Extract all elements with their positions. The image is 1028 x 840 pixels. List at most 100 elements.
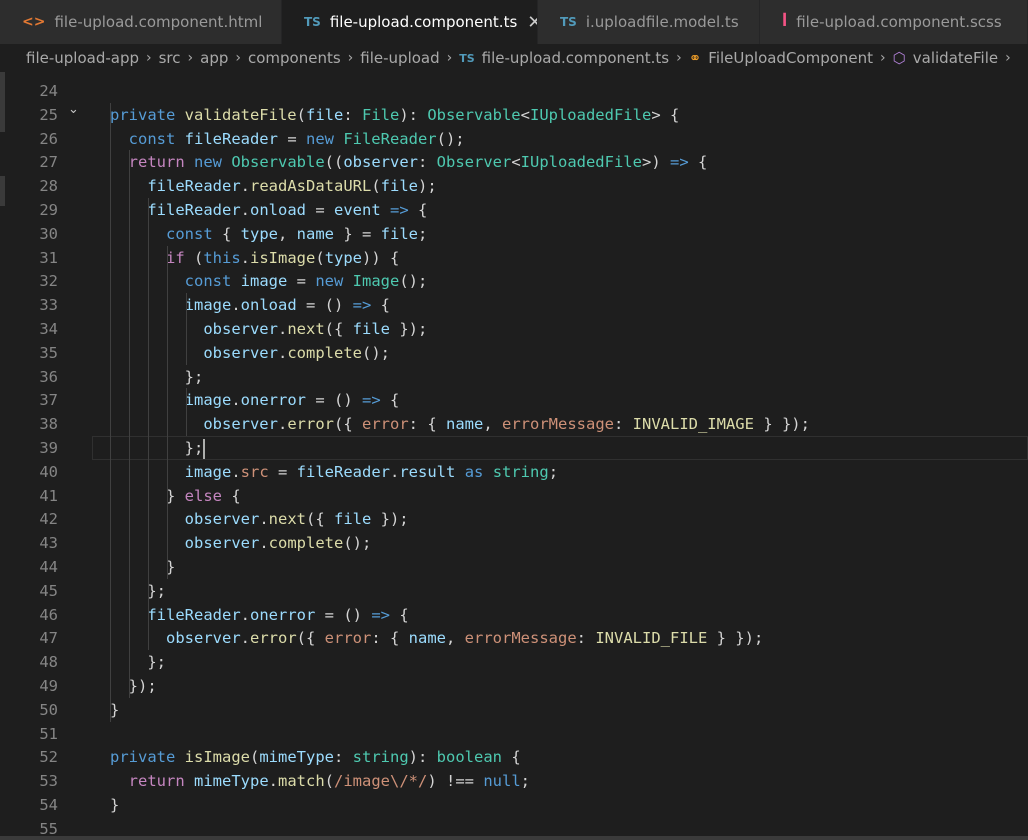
code-line[interactable]: 34 observer.next({ file }); — [0, 317, 1028, 341]
ts-icon: TS — [304, 15, 321, 29]
line-number: 33 — [39, 296, 58, 315]
horizontal-scrollbar[interactable] — [0, 836, 1028, 840]
code-text: }; — [110, 653, 166, 672]
code-line[interactable]: 54} — [0, 793, 1028, 817]
code-text: image.src = fileReader.result as string; — [110, 462, 559, 481]
code-line[interactable]: 31 if (this.isImage(type)) { — [0, 246, 1028, 270]
ts-icon: TS — [560, 15, 577, 29]
code-line[interactable]: 38 observer.error({ error: { name, error… — [0, 412, 1028, 436]
line-number: 50 — [39, 700, 58, 719]
line-number: 27 — [39, 153, 58, 172]
tab-file-upload-component-ts[interactable]: TS file-upload.component.ts ✕ — [282, 0, 538, 44]
code-text: return new Observable((observer: Observe… — [110, 153, 708, 172]
code-text: private isImage(mimeType: string): boole… — [110, 748, 521, 767]
indent-guide — [185, 388, 187, 436]
code-text: return mimeType.match(/image\/*/) !== nu… — [110, 772, 531, 791]
code-line[interactable]: 41 } else { — [0, 484, 1028, 508]
code-text: } — [110, 558, 176, 576]
line-number: 34 — [39, 320, 58, 338]
breadcrumb-method[interactable]: validateFile — [913, 49, 998, 67]
code-line[interactable]: 33 image.onload = () => { — [0, 293, 1028, 317]
chevron-right-icon: › — [347, 50, 354, 66]
code-text: const { type, name } = file; — [110, 224, 428, 243]
line-number: 51 — [39, 724, 58, 743]
breadcrumb-segment[interactable]: file-upload — [360, 49, 439, 67]
code-line[interactable]: 40 image.src = fileReader.result as stri… — [0, 460, 1028, 484]
line-number: 30 — [39, 224, 58, 243]
chevron-right-icon: › — [146, 50, 152, 66]
line-number: 36 — [39, 367, 58, 386]
line-number: 26 — [39, 129, 58, 148]
code-line[interactable]: 27 return new Observable((observer: Obse… — [0, 150, 1028, 174]
tab-label: file-upload.component.html — [54, 13, 263, 31]
breadcrumb-file[interactable]: file-upload.component.ts — [482, 49, 669, 67]
code-editor[interactable]: 24 25 ⌄ private validateFile(file: File): O… — [0, 72, 1028, 840]
code-line[interactable]: 47 observer.error({ error: { name, error… — [0, 626, 1028, 650]
code-text: fileReader.readAsDataURL(file); — [110, 177, 437, 196]
breadcrumb-segment[interactable]: app — [200, 49, 228, 67]
code-text: const image = new Image(); — [110, 272, 428, 291]
line-number: 53 — [39, 772, 58, 791]
html-icon: <> — [22, 14, 46, 30]
line-number: 32 — [39, 272, 58, 291]
code-line[interactable]: 32 const image = new Image(); — [0, 269, 1028, 293]
code-line[interactable]: 51 — [0, 722, 1028, 746]
code-line[interactable]: 46 fileReader.onerror = () => { — [0, 603, 1028, 627]
line-number: 44 — [39, 558, 58, 576]
line-number: 42 — [39, 510, 58, 529]
tab-file-upload-component-html[interactable]: <> file-upload.component.html — [0, 0, 282, 44]
breadcrumb-segment[interactable]: file-upload-app — [26, 49, 139, 67]
code-text: observer.complete(); — [110, 343, 390, 362]
code-line[interactable]: 42 observer.next({ file }); — [0, 507, 1028, 531]
line-number: 45 — [39, 581, 58, 600]
breadcrumb-segment[interactable]: components — [248, 49, 341, 67]
code-line[interactable]: 36 }; — [0, 365, 1028, 389]
code-text: observer.complete(); — [110, 534, 372, 553]
line-number: 46 — [39, 605, 58, 624]
code-line[interactable]: 53 return mimeType.match(/image\/*/) !==… — [0, 769, 1028, 793]
tab-file-upload-component-scss[interactable]: ꟾ file-upload.component.scss — [760, 0, 1028, 44]
code-text: }; — [110, 367, 204, 386]
code-line[interactable]: 52 private isImage(mimeType: string): boo… — [0, 745, 1028, 769]
close-icon[interactable]: ✕ — [527, 12, 537, 33]
code-line[interactable]: 50} — [0, 698, 1028, 722]
code-text: } — [110, 796, 120, 814]
method-icon: ⬡ — [892, 49, 906, 67]
code-line[interactable]: 26 const fileReader = new FileReader(); — [0, 127, 1028, 151]
code-line[interactable]: 25 ⌄ private validateFile(file: File): Obs… — [0, 102, 1028, 127]
code-text: }); — [110, 677, 157, 695]
line-number: 47 — [39, 629, 58, 648]
chevron-right-icon: › — [187, 50, 194, 66]
code-line[interactable]: 37 image.onerror = () => { — [0, 388, 1028, 412]
line-number: 52 — [39, 748, 58, 767]
chevron-right-icon: › — [676, 50, 682, 66]
code-line[interactable]: 35 observer.complete(); — [0, 341, 1028, 365]
code-text: image.onload = () => { — [110, 296, 391, 315]
code-line[interactable]: 29 fileReader.onload = event => { — [0, 198, 1028, 222]
indent-guide — [147, 602, 149, 651]
breadcrumb-segment[interactable]: src — [159, 49, 181, 67]
chevron-right-icon: › — [446, 50, 453, 66]
breadcrumb-class[interactable]: FileUploadComponent — [708, 49, 873, 67]
tab-i-uploadfile-model-ts[interactable]: TS i.uploadfile.model.ts — [538, 0, 760, 44]
code-line[interactable]: 48 }; — [0, 650, 1028, 674]
fold-chevron-down-icon[interactable]: ⌄ — [68, 98, 79, 122]
code-text: private validateFile(file: File): Observ… — [110, 105, 680, 124]
code-line[interactable]: 44 } — [0, 555, 1028, 579]
code-text: const fileReader = new FileReader(); — [110, 129, 465, 148]
code-line[interactable]: 39 }; — [0, 436, 1028, 460]
code-line[interactable]: 45 }; — [0, 579, 1028, 603]
class-icon: ⚭ — [688, 49, 702, 67]
ts-icon: TS — [459, 51, 475, 65]
line-number: 41 — [39, 486, 58, 505]
scss-icon: ꟾ — [782, 14, 788, 30]
code-line[interactable]: 43 observer.complete(); — [0, 531, 1028, 555]
editor-tab-bar: <> file-upload.component.html TS file-uploa… — [0, 0, 1028, 44]
code-line[interactable]: 30 const { type, name } = file; — [0, 222, 1028, 246]
code-line[interactable]: 24 — [0, 79, 1028, 103]
code-line[interactable]: 28 fileReader.readAsDataURL(file); — [0, 174, 1028, 198]
code-text: observer.next({ file }); — [110, 320, 428, 338]
code-text: observer.next({ file }); — [110, 510, 409, 529]
code-text: image.onerror = () => { — [110, 391, 400, 410]
code-line[interactable]: 49 }); — [0, 674, 1028, 698]
